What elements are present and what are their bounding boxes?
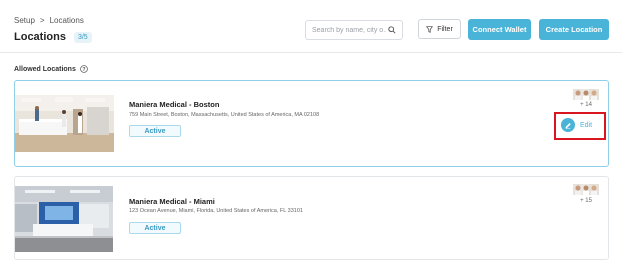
create-location-button[interactable]: Create Location [539,19,609,40]
filter-icon [426,25,434,33]
breadcrumb-separator: > [39,16,45,25]
avatar [589,89,599,100]
title-row: Locations 3/5 [14,31,92,43]
search-icon[interactable] [388,26,396,34]
edit-button[interactable]: Edit [561,118,592,132]
location-address: 759 Main Street, Boston, Massachusetts, … [129,112,320,118]
header-divider [0,52,622,53]
filter-label: Filter [437,25,453,33]
section-label: Allowed Locations ? [14,65,88,73]
allowed-locations-label: Allowed Locations [14,65,76,73]
breadcrumb: Setup > Locations [14,16,84,25]
search-input[interactable] [312,26,386,34]
staff-avatars[interactable] [573,89,599,100]
location-image-miami [15,186,113,252]
location-card-miami[interactable]: Maniera Medical - Miami 123 Ocean Avenue… [14,176,609,260]
avatar [589,184,599,195]
location-card-boston[interactable]: Maniera Medical - Boston 759 Main Street… [14,80,609,167]
pencil-icon [561,118,575,132]
edit-label: Edit [580,121,593,129]
staff-avatars[interactable] [573,184,599,195]
page-title: Locations [14,31,66,43]
location-image-boston [15,95,114,152]
location-address: 123 Ocean Avenue, Miami, Florida, United… [129,208,303,214]
svg-text:?: ? [82,67,85,73]
connect-wallet-button[interactable]: Connect Wallet [468,19,531,40]
location-count-badge: 3/5 [73,31,92,43]
search-box[interactable] [305,20,403,40]
filter-button[interactable]: Filter [418,19,461,39]
location-name: Maniera Medical - Miami [129,197,215,206]
more-staff-count: + 14 [580,102,592,108]
status-badge: Active [129,125,181,137]
breadcrumb-setup[interactable]: Setup [14,16,35,25]
breadcrumb-locations: Locations [49,16,84,25]
location-name: Maniera Medical - Boston [129,100,220,109]
status-badge: Active [129,222,181,234]
more-staff-count: + 15 [580,198,592,204]
help-icon[interactable]: ? [80,65,88,73]
